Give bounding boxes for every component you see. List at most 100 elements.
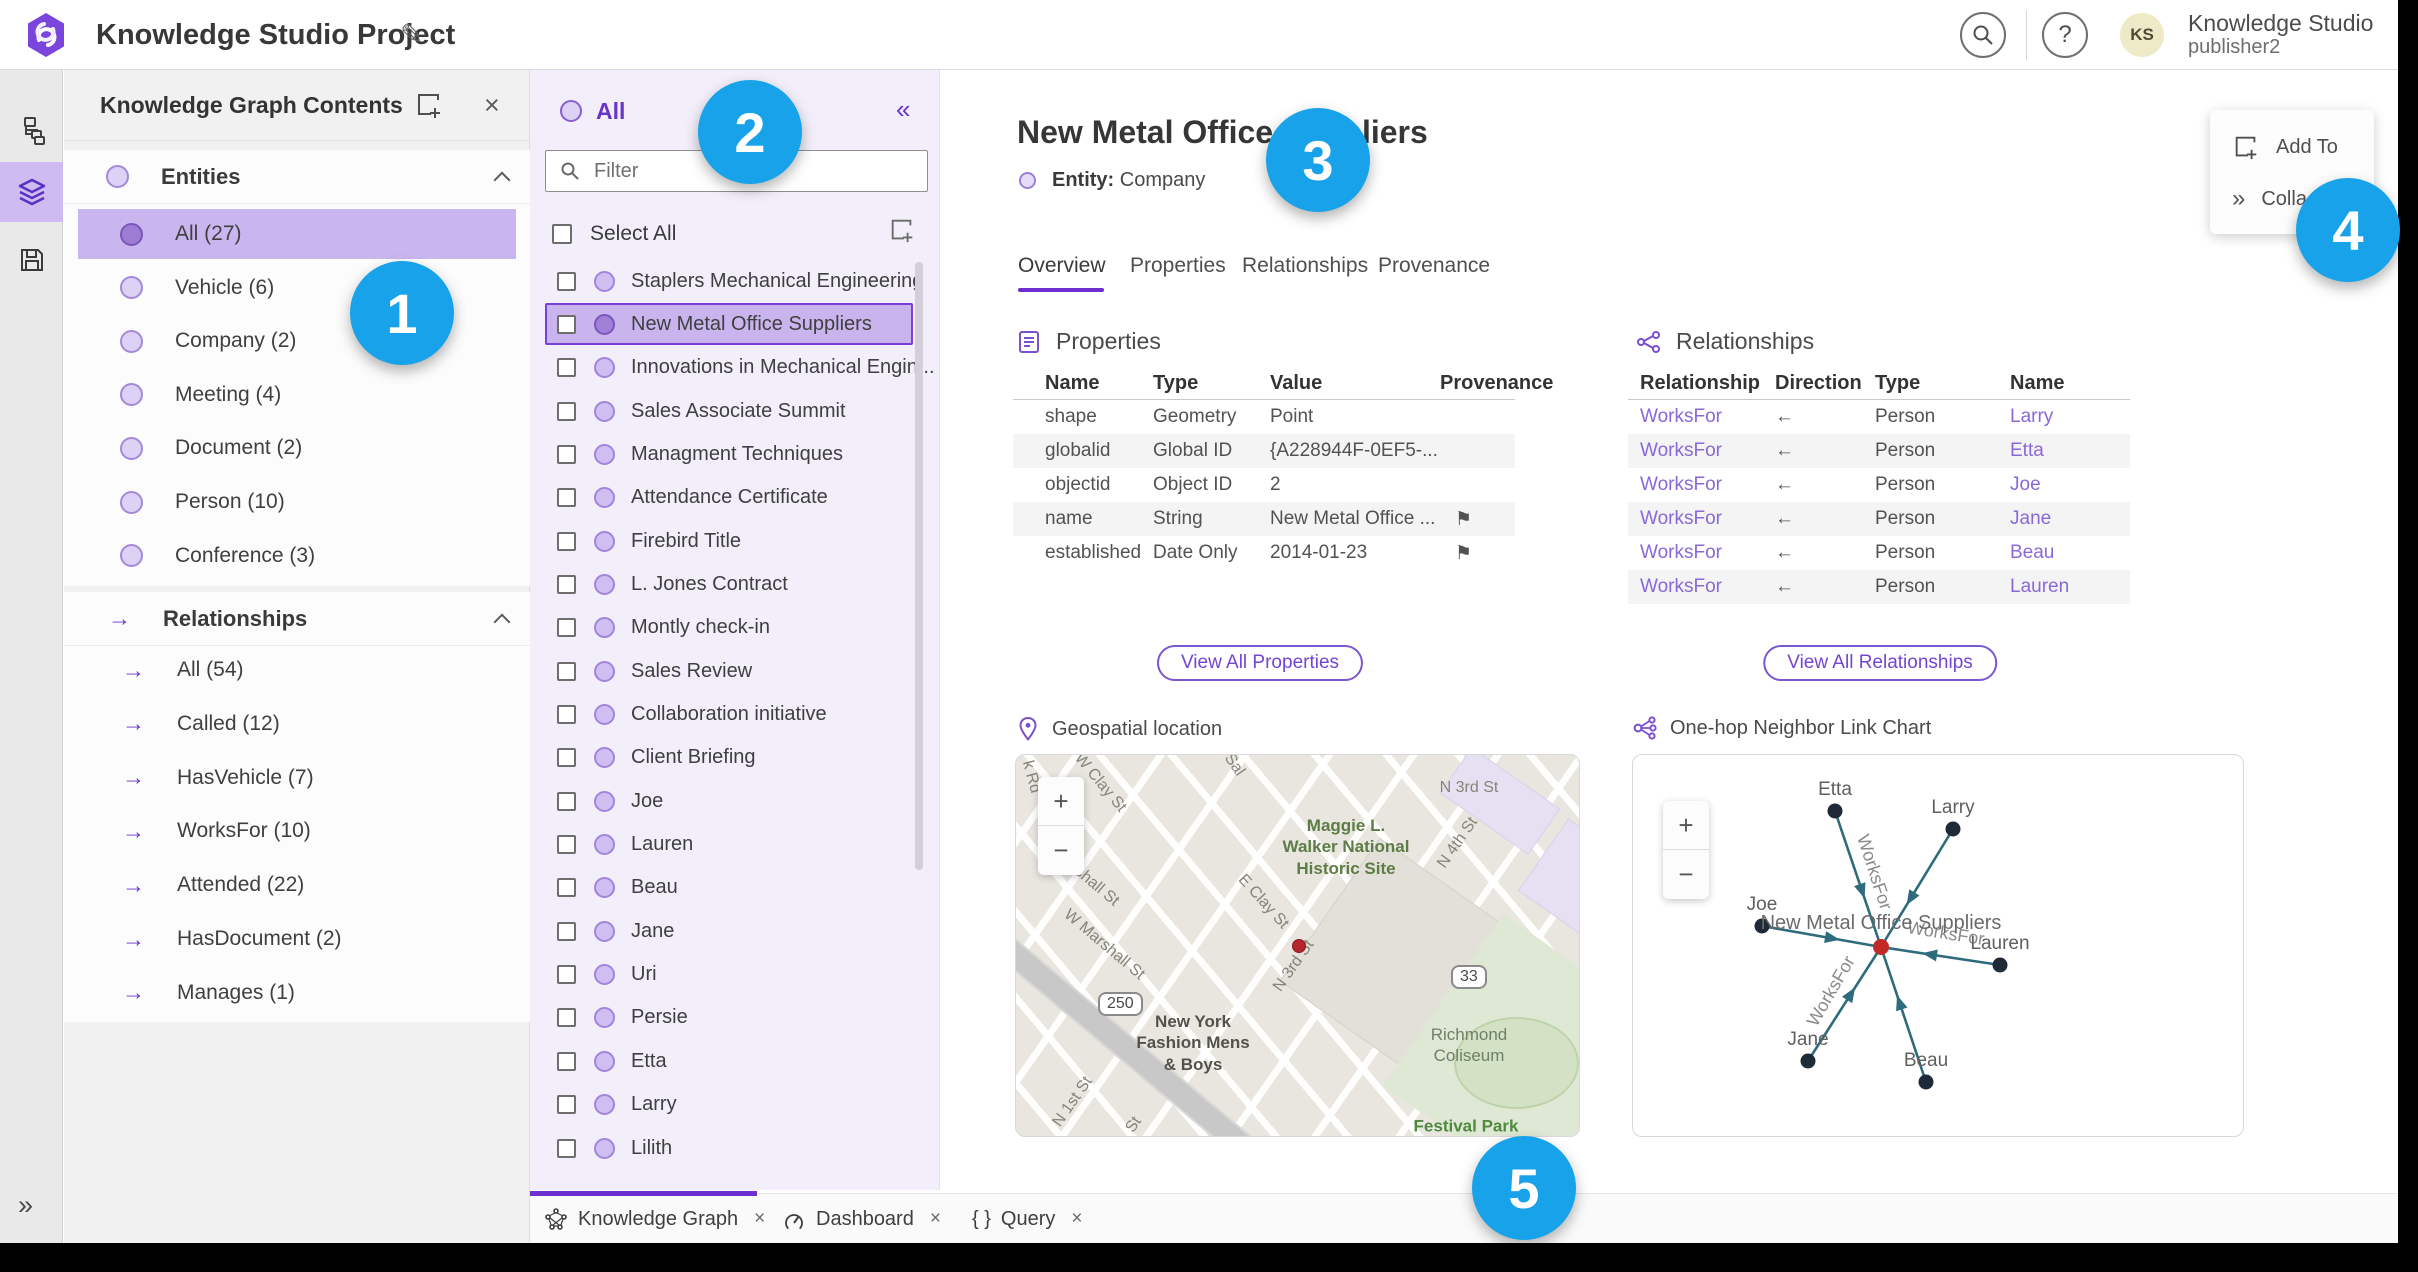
graph-item-row[interactable]: Managment Techniques: [545, 433, 913, 475]
related-name-link[interactable]: Joe: [2010, 474, 2041, 496]
entity-filter-item[interactable]: All (27): [78, 209, 516, 259]
graph-item-row[interactable]: Lauren: [545, 824, 913, 866]
relationship-link[interactable]: WorksFor: [1640, 440, 1722, 462]
related-name-link[interactable]: Lauren: [2010, 576, 2069, 598]
chart-node[interactable]: [1992, 957, 2008, 973]
graph-item-row[interactable]: New Metal Office Suppliers: [545, 303, 913, 346]
zoom-in-button[interactable]: +: [1038, 777, 1084, 826]
avatar[interactable]: KS: [2120, 13, 2164, 57]
close-tab-icon[interactable]: ×: [1071, 1208, 1082, 1230]
relationship-filter-item[interactable]: → Called (12): [78, 699, 516, 749]
graph-item-row[interactable]: Staplers Mechanical Engineering: [545, 260, 923, 302]
relationship-link[interactable]: WorksFor: [1640, 542, 1722, 564]
add-to-button[interactable]: Add To: [2210, 124, 2374, 170]
graph-item-row[interactable]: Etta: [545, 1040, 913, 1082]
relationship-filter-item[interactable]: → All (54): [78, 645, 516, 695]
search-button[interactable]: [1960, 12, 2006, 58]
tab-properties[interactable]: Properties: [1130, 254, 1226, 278]
add-to-new-button[interactable]: [414, 90, 444, 120]
direction-arrow: ←: [1775, 576, 1794, 597]
related-name-link[interactable]: Jane: [2010, 508, 2051, 530]
scrollbar[interactable]: [915, 262, 923, 870]
add-to-new-button[interactable]: [888, 216, 916, 244]
edit-title-icon[interactable]: ✎: [400, 18, 423, 51]
chart-node[interactable]: [1918, 1074, 1934, 1090]
relationship-link[interactable]: WorksFor: [1640, 406, 1722, 428]
chevron-up-icon[interactable]: [493, 171, 511, 189]
tab-overview[interactable]: Overview: [1018, 254, 1106, 278]
save-tool[interactable]: [0, 230, 63, 290]
close-tab-icon[interactable]: ×: [754, 1208, 765, 1230]
collapse-list-panel-button[interactable]: «: [896, 94, 910, 125]
active-view-indicator: [530, 1191, 757, 1196]
property-value: 2: [1270, 474, 1281, 495]
entity-filter-item[interactable]: Person (10): [78, 477, 516, 527]
help-button[interactable]: ?: [2042, 12, 2088, 58]
chart-center-node[interactable]: [1873, 939, 1889, 955]
chart-node[interactable]: [1945, 821, 1961, 837]
graph-item-row[interactable]: Collaboration initiative: [545, 694, 913, 736]
related-name-link[interactable]: Beau: [2010, 542, 2054, 564]
help-icon: ?: [2058, 21, 2072, 48]
tab-dashboard[interactable]: Dashboard ×: [782, 1200, 941, 1238]
related-name-link[interactable]: Larry: [2010, 406, 2053, 428]
relationship-filter-item[interactable]: → Attended (22): [78, 860, 516, 910]
relationship-filter-item[interactable]: → HasVehicle (7): [78, 753, 516, 803]
data-model-tool[interactable]: [0, 100, 63, 160]
tab-query[interactable]: { } Query ×: [972, 1200, 1083, 1238]
zoom-out-button[interactable]: −: [1038, 826, 1084, 875]
graph-item-row[interactable]: Montly check-in: [545, 607, 913, 649]
close-panel-button[interactable]: ×: [484, 90, 500, 121]
entity-filter-item[interactable]: Conference (3): [78, 531, 516, 581]
expand-rail-button[interactable]: »: [18, 1190, 33, 1221]
chart-node[interactable]: [1827, 803, 1843, 819]
graph-item-row[interactable]: Lilith: [545, 1127, 913, 1169]
tab-relationships[interactable]: Relationships: [1242, 254, 1368, 278]
graph-item-row[interactable]: Beau: [545, 867, 913, 909]
relationship-link[interactable]: WorksFor: [1640, 508, 1722, 530]
graph-item-row[interactable]: Joe: [545, 780, 913, 822]
graph-item-row[interactable]: Innovations in Mechanical Engin...: [545, 347, 935, 389]
view-all-relationships-button[interactable]: View All Relationships: [1763, 645, 1997, 681]
relationship-filter-label: HasVehicle (7): [177, 765, 314, 789]
tab-knowledge-graph[interactable]: Knowledge Graph ×: [544, 1200, 765, 1238]
graph-item-row[interactable]: Persie: [545, 997, 913, 1039]
chevron-up-icon[interactable]: [493, 613, 511, 631]
property-type: Geometry: [1153, 406, 1237, 427]
graph-item-row[interactable]: Larry: [545, 1084, 913, 1126]
graph-item-row[interactable]: Uri: [545, 954, 913, 996]
entity-filter-item[interactable]: Meeting (4): [78, 370, 516, 420]
one-hop-link-chart[interactable]: WorksFor WorksFor WorksFor Etta Larry Joe Laur…: [1632, 754, 2244, 1137]
view-all-properties-button[interactable]: View All Properties: [1156, 645, 1364, 681]
select-all-checkbox[interactable]: [552, 224, 572, 244]
annotation-callout-4: 4: [2296, 178, 2400, 282]
geospatial-map[interactable]: k Rd W Clay St Sal arshall St W Marshall St E…: [1015, 754, 1580, 1137]
entity-filter-item[interactable]: Document (2): [78, 423, 516, 473]
relationships-section-header[interactable]: → Relationships: [64, 592, 530, 646]
relationship-link[interactable]: WorksFor: [1640, 474, 1722, 496]
contents-tool[interactable]: [0, 162, 63, 222]
left-icon-rail: »: [0, 70, 63, 1243]
user-menu[interactable]: Knowledge Studio publisher2: [2188, 10, 2373, 59]
relationship-link[interactable]: WorksFor: [1640, 576, 1722, 598]
close-tab-icon[interactable]: ×: [930, 1208, 941, 1230]
relationship-filter-item[interactable]: → Manages (1): [78, 968, 516, 1018]
provenance-flag-icon[interactable]: ⚑: [1455, 508, 1472, 531]
graph-item-row[interactable]: Firebird Title: [545, 520, 913, 562]
tab-provenance[interactable]: Provenance: [1378, 254, 1490, 278]
zoom-out-button[interactable]: −: [1663, 850, 1709, 899]
graph-item-row[interactable]: Attendance Certificate: [545, 477, 913, 519]
chart-node[interactable]: [1800, 1053, 1816, 1069]
zoom-in-button[interactable]: +: [1663, 801, 1709, 850]
relationship-filter-item[interactable]: → WorksFor (10): [78, 806, 516, 856]
graph-item-row[interactable]: L. Jones Contract: [545, 563, 913, 605]
relationship-filter-item[interactable]: → HasDocument (2): [78, 914, 516, 964]
graph-item-row[interactable]: Client Briefing: [545, 737, 913, 779]
graph-item-row[interactable]: Jane: [545, 910, 913, 952]
provenance-flag-icon[interactable]: ⚑: [1455, 542, 1472, 565]
item-checkbox: [557, 271, 576, 291]
graph-item-row[interactable]: Sales Review: [545, 650, 913, 692]
entities-section-header[interactable]: Entities: [64, 150, 530, 204]
graph-item-row[interactable]: Sales Associate Summit: [545, 390, 913, 432]
related-name-link[interactable]: Etta: [2010, 440, 2044, 462]
